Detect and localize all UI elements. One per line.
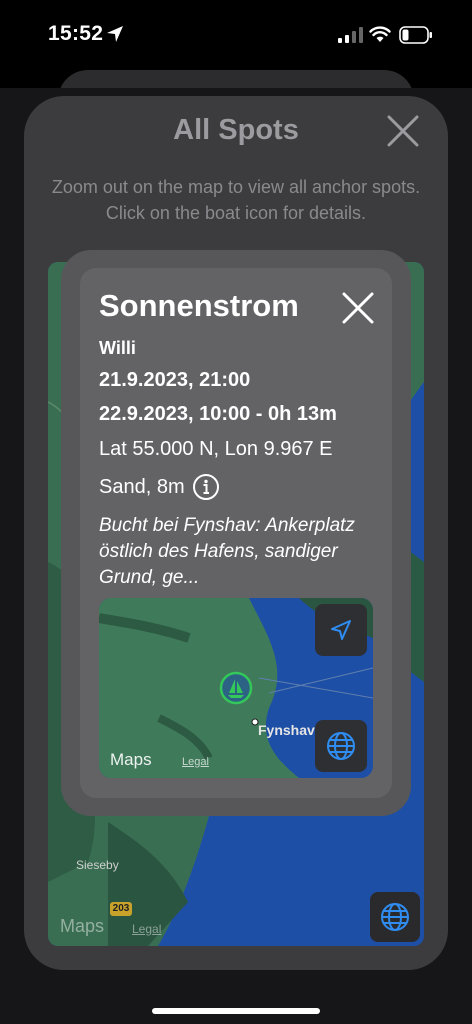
close-icon[interactable]: [340, 290, 376, 326]
maps-attribution: Maps: [110, 750, 152, 769]
map-legal-link[interactable]: Legal: [182, 756, 209, 768]
map-place-label: Fynshav: [258, 722, 315, 738]
spot-description: Bucht bei Fynshav: Ankerplatz östlich de…: [99, 515, 355, 588]
map-type-button[interactable]: [370, 892, 420, 942]
map-type-button[interactable]: [315, 720, 367, 772]
wifi-icon: [369, 26, 391, 42]
sheet-description: Zoom out on the map to view all anchor s…: [51, 177, 421, 223]
spot-ground: Sand, 8m: [99, 476, 185, 498]
maps-attribution: Maps: [60, 916, 105, 936]
map-legal-link[interactable]: Legal: [132, 922, 161, 936]
spot-owner: Willi: [99, 338, 136, 358]
spot-end-time: 22.9.2023, 10:00 - 0h 13m: [99, 403, 337, 425]
cellular-signal-icon: [338, 27, 363, 43]
road-number-badge: 203: [110, 902, 132, 916]
globe-icon: [381, 903, 409, 931]
info-icon[interactable]: [192, 473, 220, 501]
spot-name: Sonnenstrom: [99, 288, 299, 323]
location-services-icon: [107, 26, 123, 42]
map-place-label: Sieseby: [76, 858, 119, 872]
sailboat-icon[interactable]: [219, 671, 253, 705]
center-location-button[interactable]: [315, 604, 367, 656]
location-arrow-icon: [331, 620, 351, 640]
spot-coordinates: Lat 55.000 N, Lon 9.967 E: [99, 438, 333, 460]
home-indicator[interactable]: [152, 1008, 320, 1014]
close-icon[interactable]: [386, 114, 420, 148]
status-bar: 15:52: [0, 0, 472, 70]
spot-start-time: 21.9.2023, 21:00: [99, 369, 251, 391]
status-time: 15:52: [48, 22, 104, 45]
battery-icon: [399, 26, 432, 44]
globe-icon: [327, 732, 355, 760]
